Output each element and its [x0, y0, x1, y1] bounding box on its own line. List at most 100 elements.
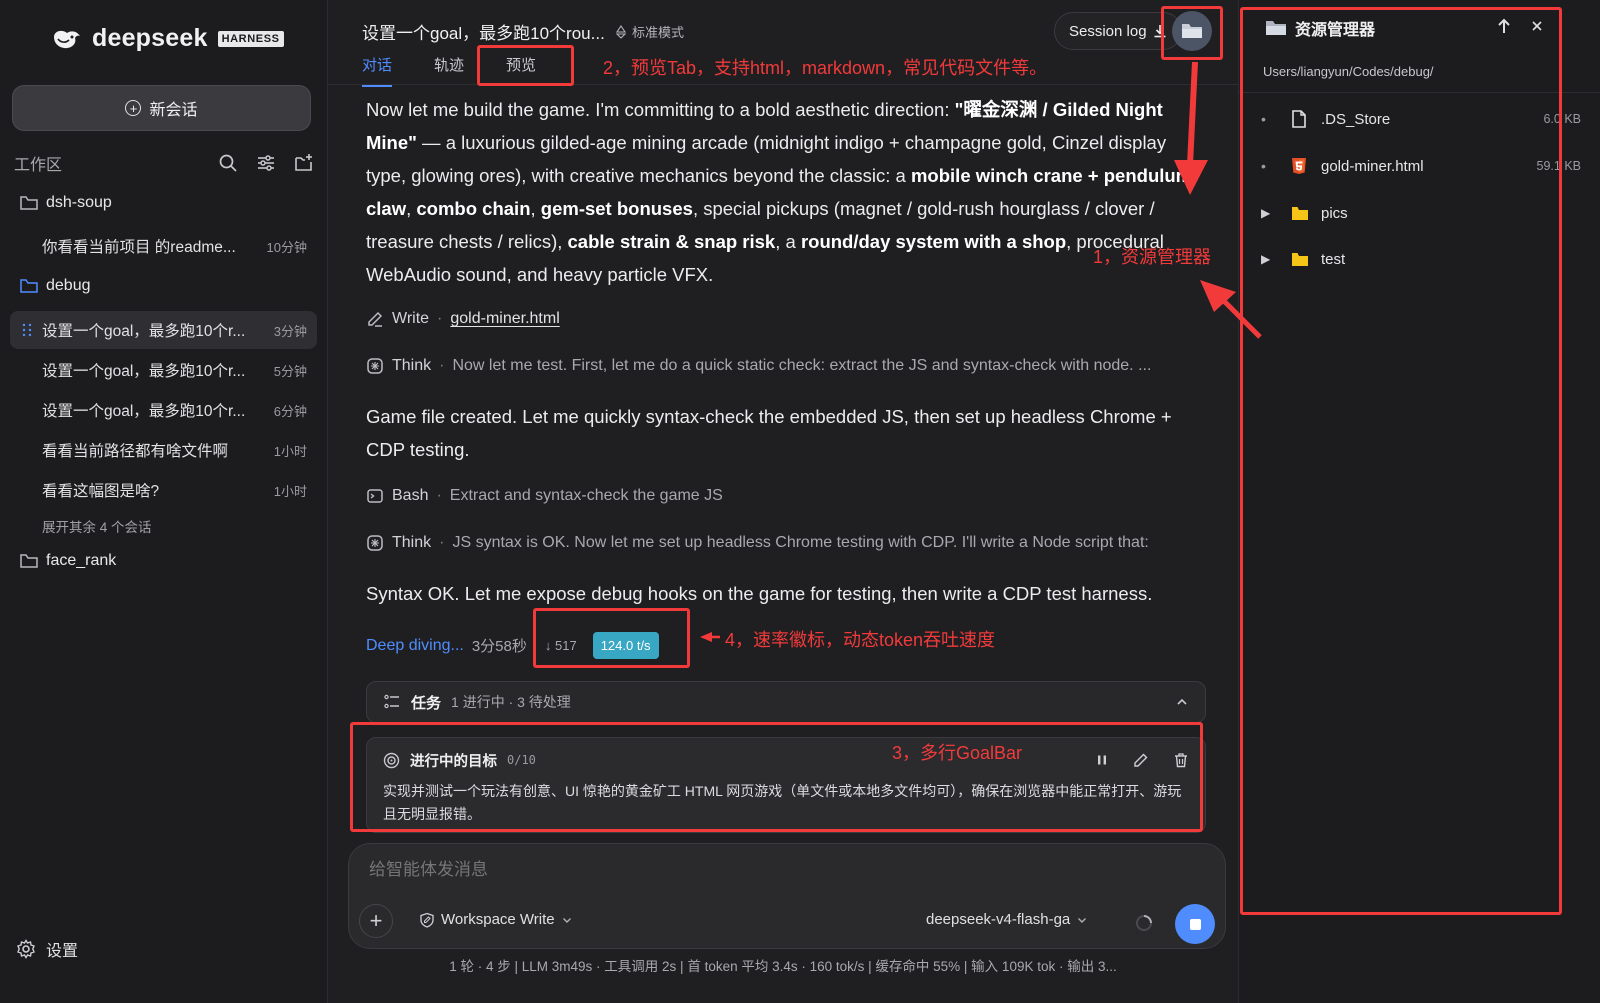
elapsed-time: 3分58秒	[471, 638, 527, 655]
session-time: 10分钟	[266, 239, 307, 255]
mode-tag[interactable]: 标准模式	[614, 22, 684, 41]
file-explorer-panel: 资源管理器 Users/liangyun/Codes/debug/ • .DS_…	[1238, 0, 1600, 1003]
tool-call-think[interactable]: Think · Now let me test. First, let me d…	[366, 357, 1151, 375]
deep-diving-label: Deep diving...	[366, 636, 464, 654]
bullet-icon: •	[1261, 158, 1266, 174]
terminal-icon	[367, 489, 383, 503]
session-title: 看看当前路径都有啥文件啊	[42, 443, 229, 460]
brain-icon	[367, 358, 383, 374]
separator: ·	[436, 487, 442, 504]
goal-text: 实现并测试一个玩法有创意、UI 惊艳的黄金矿工 HTML 网页游戏（单文件或本地…	[383, 783, 1182, 822]
message-bold: combo chain	[416, 198, 531, 219]
new-chat-label: 新会话	[149, 102, 198, 119]
pencil-icon	[368, 311, 383, 327]
tab-trace[interactable]: 轨迹	[434, 54, 464, 87]
file-item[interactable]: • .DS_Store 6.0 KB	[1261, 107, 1581, 131]
session-item[interactable]: 设置一个goal，最多跑10个r... 5分钟	[10, 351, 317, 389]
folder-name: test	[1321, 250, 1346, 268]
folder-item[interactable]: ▶ test	[1261, 247, 1581, 271]
close-icon[interactable]	[1531, 20, 1543, 32]
annotation-explorer: 1，资源管理器	[1093, 247, 1212, 267]
sidebar: deepseek HARNESS + 新会话 工作区 dsh-soup 你看看当…	[0, 0, 328, 1003]
session-item-active[interactable]: 设置一个goal，最多跑10个r... 3分钟	[10, 311, 317, 349]
session-item[interactable]: 设置一个goal，最多跑10个r... 6分钟	[10, 391, 317, 429]
folder-icon	[1266, 21, 1286, 35]
arrow-up-icon[interactable]	[1497, 18, 1511, 34]
chevron-up-icon[interactable]	[1175, 695, 1189, 709]
separator: ·	[437, 310, 443, 327]
session-item[interactable]: 看看当前路径都有啥文件啊 1小时	[10, 431, 317, 469]
task-bar-title: 任务	[411, 694, 442, 712]
folder-icon	[1182, 24, 1202, 38]
tool-name: Think	[392, 534, 432, 551]
annotation-goal-bar: 3，多行GoalBar	[892, 743, 1023, 763]
tab-conversation[interactable]: 对话	[362, 54, 393, 87]
attach-button[interactable]: +	[359, 904, 393, 938]
message-input[interactable]	[369, 860, 1189, 880]
tool-name: Think	[392, 357, 432, 374]
folder-item-debug[interactable]: debug	[20, 277, 91, 295]
stop-icon	[1189, 918, 1201, 930]
message-text: , a	[775, 231, 801, 252]
new-chat-button[interactable]: + 新会话	[12, 85, 311, 131]
file-item[interactable]: • gold-miner.html 59.1 KB	[1261, 154, 1581, 178]
folder-item-face-rank[interactable]: face_rank	[20, 552, 116, 570]
tool-call-write[interactable]: Write · gold-miner.html	[366, 310, 560, 328]
tool-call-think[interactable]: Think · JS syntax is OK. Now let me set …	[366, 534, 1149, 552]
filter-icon[interactable]	[256, 153, 276, 173]
pause-icon[interactable]	[1095, 753, 1109, 767]
target-icon	[383, 752, 400, 768]
shield-edit-icon	[420, 912, 434, 928]
plus-circle-icon: +	[125, 100, 142, 116]
annotation-preview-tab: 2，预览Tab，支持html，markdown，常见代码文件等。	[603, 58, 1048, 78]
folder-item[interactable]: ▶ pics	[1261, 201, 1581, 225]
permission-selector[interactable]: Workspace Write	[419, 911, 573, 928]
file-size: 59.1 KB	[1536, 159, 1581, 173]
edit-icon[interactable]	[1133, 752, 1149, 768]
goal-title: 进行中的目标	[410, 753, 497, 770]
settings-button[interactable]: 设置	[16, 937, 78, 961]
trash-icon[interactable]	[1173, 752, 1189, 768]
tab-preview[interactable]: 预览	[506, 54, 536, 87]
separator: ·	[439, 534, 445, 551]
session-item[interactable]: 你看看当前项目 的readme... 10分钟	[10, 227, 317, 265]
tool-name: Write	[392, 310, 430, 327]
folder-item-dsh-soup[interactable]: dsh-soup	[20, 194, 112, 212]
divider	[1239, 92, 1600, 93]
task-bar[interactable]: 任务 1 进行中 · 3 待处理	[366, 681, 1206, 723]
new-folder-icon[interactable]	[294, 153, 314, 173]
folder-label: face_rank	[46, 552, 117, 569]
brain-icon	[367, 535, 383, 551]
caret-right-icon[interactable]: ▶	[1261, 252, 1279, 266]
mode-label: 标准模式	[632, 25, 685, 40]
explorer-header: 资源管理器	[1265, 16, 1375, 40]
tool-name: Bash	[392, 487, 429, 504]
message-composer: + Workspace Write deepseek-v4-flash-ga	[348, 843, 1226, 949]
caret-right-icon[interactable]: ▶	[1261, 206, 1279, 220]
chevron-down-icon	[562, 917, 571, 923]
model-selector[interactable]: deepseek-v4-flash-ga	[926, 911, 1088, 928]
session-time: 3分钟	[273, 323, 307, 339]
message-bold: cable strain & snap risk	[567, 231, 776, 252]
tool-description: Extract and syntax-check the game JS	[449, 487, 723, 504]
tool-description: JS syntax is OK. Now let me set up headl…	[452, 534, 1149, 551]
token-rate-badge: 124.0 t/s	[592, 632, 659, 659]
tool-call-bash[interactable]: Bash · Extract and syntax-check the game…	[366, 487, 723, 505]
folder-icon	[1291, 252, 1315, 267]
stop-button[interactable]	[1175, 904, 1215, 944]
explorer-title: 资源管理器	[1295, 22, 1376, 39]
session-log-button[interactable]: Session log	[1054, 12, 1182, 50]
session-item[interactable]: 看看这幅图是啥? 1小时	[10, 471, 317, 509]
search-icon[interactable]	[218, 153, 238, 173]
chat-title: 设置一个goal，最多跑10个rou...	[362, 24, 605, 43]
session-time: 5分钟	[273, 363, 307, 379]
drag-handle-icon[interactable]	[22, 323, 32, 337]
tab-bar: 对话 轨迹 预览	[362, 54, 578, 87]
session-title: 设置一个goal，最多跑10个r...	[42, 323, 246, 340]
gear-icon	[17, 939, 35, 959]
expand-more-sessions[interactable]: 展开其余 4 个会话	[42, 516, 152, 536]
file-link[interactable]: gold-miner.html	[450, 310, 559, 328]
file-explorer-toggle-button[interactable]	[1172, 11, 1212, 51]
logo-badge: HARNESS	[217, 30, 284, 47]
message-text: Now let me build the game. I'm committin…	[366, 99, 955, 120]
